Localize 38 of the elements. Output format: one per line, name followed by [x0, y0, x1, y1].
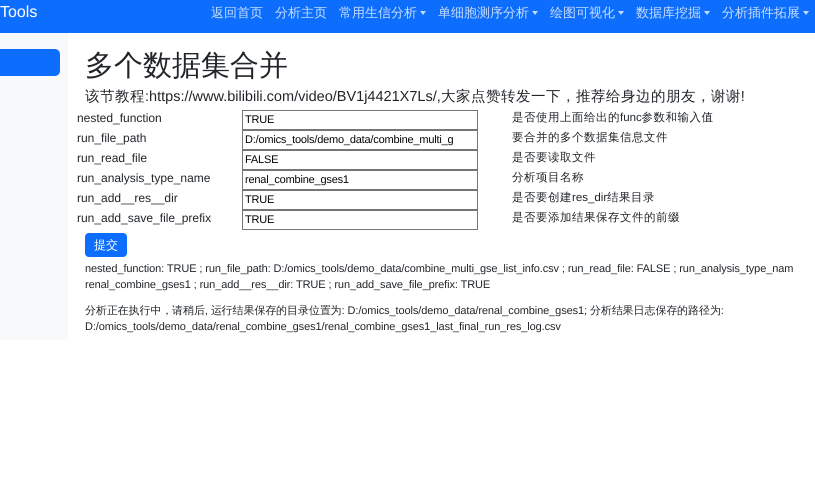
param-label: run_file_path	[77, 130, 148, 147]
caret-icon	[420, 10, 426, 14]
param-description: 是否要创建res_dir结果目录	[512, 190, 656, 206]
param-description: 是否要添加结果保存文件的前缀	[512, 210, 681, 226]
brand-title[interactable]: Tools	[0, 4, 38, 22]
caret-icon	[704, 10, 710, 14]
param-description: 要合并的多个数据集信息文件	[512, 130, 669, 146]
caret-icon	[532, 10, 538, 14]
nav-dropdown[interactable]: 单细胞测序分析	[432, 4, 544, 22]
param-input[interactable]: FALSE	[242, 150, 478, 170]
nav-dropdown[interactable]: 数据库挖掘	[630, 4, 716, 22]
param-description: 是否要读取文件	[512, 150, 597, 166]
status-text: 分析正在执行中，请稍后, 运行结果保存的目录位置为: D:/omics_tools/demo_data/renal_combine_gses1; 分析结果日志保存的路径为:	[85, 304, 725, 319]
nav-dropdown[interactable]: 分析插件拓展	[716, 4, 815, 22]
param-input[interactable]: TRUE	[242, 210, 478, 230]
caret-icon	[618, 10, 624, 14]
page-title: 多个数据集合并	[85, 49, 289, 83]
nav-link[interactable]: 返回首页	[205, 4, 269, 22]
param-input[interactable]: renal_combine_gses1	[242, 170, 478, 190]
submit-button[interactable]: 提交	[85, 233, 127, 257]
param-input[interactable]: TRUE	[242, 190, 478, 210]
nav-dropdown[interactable]: 常用生信分析	[333, 4, 432, 22]
param-description: 分析项目名称	[512, 170, 585, 186]
param-input[interactable]: TRUE	[242, 110, 478, 130]
summary-text: nested_function: TRUE ; run_file_path: D:/omics_tools/demo_data/combine_multi_gse_list_info.csv ; run_read_file: FALSE ; run_analysis_type_nam	[85, 262, 794, 277]
param-input[interactable]: D:/omics_tools/demo_data/combine_multi_g	[242, 130, 478, 150]
tutorial-text: 该节教程:https://www.bilibili.com/video/BV1j4421X7Ls/,大家点赞转发一下，推荐给身边的朋友，谢谢!	[85, 88, 746, 106]
param-label: run_add__res__dir	[77, 190, 179, 207]
sidebar-item[interactable]	[0, 49, 60, 76]
caret-icon	[803, 10, 809, 14]
param-label: run_read_file	[77, 150, 148, 167]
param-label: run_analysis_type_name	[77, 170, 208, 187]
summary-text: renal_combine_gses1 ; run_add__res__dir: TRUE ; run_add_save_file_prefix: TRUE	[85, 278, 492, 293]
nav-link[interactable]: 分析主页	[269, 4, 333, 22]
nav-dropdown[interactable]: 绘图可视化	[544, 4, 630, 22]
status-text: D:/omics_tools/demo_data/renal_combine_gses1/renal_combine_gses1_last_final_run_res_log.csv	[85, 320, 562, 335]
param-label: nested_function	[77, 110, 163, 127]
param-description: 是否使用上面给出的func参数和输入值	[512, 110, 715, 126]
